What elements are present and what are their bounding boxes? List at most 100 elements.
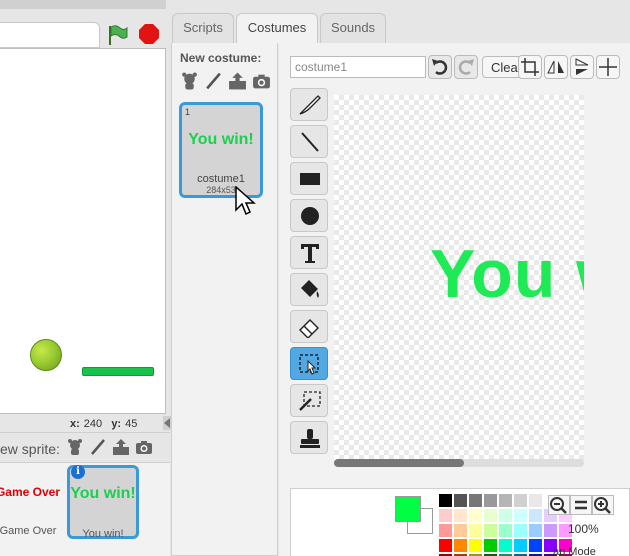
palette-swatch[interactable] [529, 539, 542, 552]
palette-swatch[interactable] [514, 509, 527, 522]
select-tool[interactable] [290, 347, 328, 380]
stamp-tool[interactable] [290, 421, 328, 454]
palette-swatch[interactable] [514, 524, 527, 537]
scrollbar-thumb[interactable] [334, 459, 464, 467]
eraser-tool[interactable] [290, 310, 328, 343]
costume-list-panel: New costume: 1 You win! costume1 284x53 [171, 43, 278, 556]
top-bar [0, 0, 166, 9]
tab-scripts[interactable]: Scripts [172, 13, 234, 43]
palette-swatch[interactable] [484, 539, 497, 552]
sprite-thumbnail: Game Over [0, 485, 61, 499]
zoom-reset-button[interactable] [570, 495, 592, 515]
stage-mode-strip [0, 22, 100, 48]
ball-sprite[interactable] [30, 339, 62, 371]
flip-horizontal-icon[interactable] [544, 55, 568, 79]
magic-wand-tool[interactable] [290, 384, 328, 417]
palette-swatch[interactable] [469, 509, 482, 522]
sprite-name: Game Over [0, 525, 57, 537]
sprite-name: You win! [82, 528, 124, 540]
undo-button[interactable] [428, 55, 452, 79]
palette-swatch[interactable] [454, 509, 467, 522]
palette-swatch[interactable] [454, 524, 467, 537]
palette-swatch[interactable] [484, 509, 497, 522]
tab-sounds[interactable]: Sounds [320, 13, 386, 43]
set-costume-center-icon[interactable] [596, 55, 620, 79]
canvas-horizontal-scrollbar[interactable] [334, 459, 584, 467]
scratch-editor: x: 240 y: 45 ew sprite: Game Over Game O… [0, 0, 630, 556]
palette-swatch[interactable] [499, 494, 512, 507]
palette-swatch[interactable] [529, 494, 542, 507]
fill-bucket-icon [301, 280, 319, 298]
palette-swatch[interactable] [469, 494, 482, 507]
palette-swatch[interactable] [454, 494, 467, 507]
palette-swatch[interactable] [439, 524, 452, 537]
brush-tool[interactable] [290, 88, 328, 121]
rectangle-tool[interactable] [290, 162, 328, 195]
green-flag-icon[interactable] [106, 24, 128, 46]
sprite-tile-you-win[interactable]: i You win! You win! [67, 465, 139, 540]
palette-swatch[interactable] [439, 494, 452, 507]
y-value: 45 [125, 418, 138, 430]
palette-swatch[interactable] [544, 524, 557, 537]
zoom-in-button[interactable] [592, 495, 614, 515]
tab-costumes[interactable]: Costumes [236, 13, 318, 44]
flip-vertical-icon[interactable] [570, 55, 594, 79]
palette-swatch[interactable] [529, 509, 542, 522]
stamp-icon [300, 429, 320, 448]
paint-new-sprite-icon[interactable] [89, 438, 107, 456]
paint-new-costume-icon[interactable] [204, 71, 223, 91]
upload-costume-icon[interactable] [228, 71, 247, 91]
info-icon[interactable]: i [71, 465, 85, 479]
palette-swatch[interactable] [439, 509, 452, 522]
mouse-cursor-icon [235, 186, 256, 216]
x-value: 240 [83, 418, 103, 430]
palette-swatch[interactable] [514, 494, 527, 507]
palette-swatch[interactable] [454, 539, 467, 552]
eraser-icon [299, 319, 319, 338]
select-icon [299, 354, 319, 375]
new-costume-icons [180, 71, 271, 91]
costume-number: 1 [185, 107, 191, 117]
sprites-pane: ew sprite: Game Over Game Over i You win… [0, 432, 170, 556]
camera-icon[interactable] [135, 438, 153, 456]
palette-swatch[interactable] [439, 539, 452, 552]
zoom-controls [548, 495, 614, 515]
primary-color-swatch[interactable] [395, 496, 421, 522]
crop-icon[interactable] [518, 55, 542, 79]
mouse-coordinates: x: 240 y: 45 [70, 418, 137, 430]
palette-swatch[interactable] [499, 509, 512, 522]
palette-swatch[interactable] [469, 539, 482, 552]
chevron-left-icon [164, 418, 170, 428]
costume-name-input[interactable] [290, 56, 426, 78]
palette-swatch[interactable] [484, 494, 497, 507]
palette-swatch[interactable] [469, 524, 482, 537]
zoom-in-icon [594, 497, 611, 514]
stage[interactable] [0, 48, 166, 414]
palette-swatch[interactable] [499, 524, 512, 537]
sprites-header: ew sprite: [0, 433, 170, 463]
line-tool[interactable] [290, 125, 328, 158]
costume-library-icon[interactable] [180, 71, 199, 91]
palette-swatch[interactable] [514, 539, 527, 552]
palette-swatch[interactable] [499, 539, 512, 552]
new-costume-label: New costume: [180, 51, 262, 65]
sprite-tile-game-over[interactable]: Game Over Game Over [0, 465, 64, 539]
stop-sign-icon[interactable] [138, 23, 160, 45]
text-tool[interactable] [290, 236, 328, 269]
rectangle-icon [300, 173, 320, 185]
palette-swatch[interactable] [529, 524, 542, 537]
costume-thumbnail: You win! [188, 131, 254, 148]
camera-icon[interactable] [252, 71, 271, 91]
zoom-out-button[interactable] [548, 495, 570, 515]
ellipse-tool[interactable] [290, 199, 328, 232]
paint-canvas[interactable]: You win! [334, 95, 584, 460]
costume-tile[interactable]: 1 You win! costume1 284x53 [179, 102, 263, 198]
palette-swatch[interactable] [484, 524, 497, 537]
costume-canvas-text[interactable]: You win! [430, 235, 584, 313]
redo-button[interactable] [454, 55, 478, 79]
paddle-sprite[interactable] [82, 367, 154, 376]
upload-sprite-icon[interactable] [112, 438, 130, 456]
fill-tool[interactable] [290, 273, 328, 306]
sprite-library-icon[interactable] [66, 438, 84, 456]
color-panel: 100% ap Mode [290, 488, 630, 556]
